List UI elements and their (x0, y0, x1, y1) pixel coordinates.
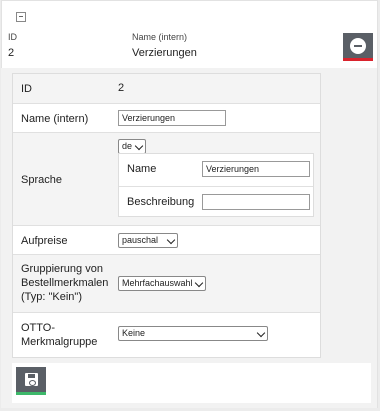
aufpreise-select-value: pauschal (122, 235, 159, 245)
translation-description-label: Beschreibung (127, 196, 195, 208)
form-row-gruppierung: Gruppierung von Bestellmerkmalen (Typ: "… (13, 255, 320, 313)
form-row-otto: OTTO-Merkmalgruppe Keine (13, 313, 320, 357)
sprache-label: Sprache (21, 174, 62, 186)
collapse-toggle-icon[interactable] (16, 12, 26, 22)
form-row-id: ID 2 (13, 74, 320, 104)
form-row-aufpreise: Aufpreise pauschal (13, 226, 320, 255)
name-intern-label: Name (intern) (21, 113, 89, 125)
id-value: 2 (118, 82, 125, 94)
header-id-label: ID (8, 32, 17, 42)
form-row-name-intern: Name (intern) Verzierungen (13, 104, 320, 133)
attribute-form: ID 2 Name (intern) Verzierungen Sprache … (12, 73, 321, 358)
translation-description-input[interactable] (202, 194, 310, 210)
chevron-down-icon (166, 235, 176, 245)
gruppierung-select[interactable]: Mehrfachauswahl (118, 276, 206, 291)
save-bar (12, 363, 371, 403)
form-row-sprache: Sprache de Name Verzierungen Beschreibun… (13, 133, 320, 226)
chevron-down-icon (194, 278, 204, 288)
remove-button[interactable] (343, 33, 373, 61)
save-button[interactable] (16, 367, 46, 395)
chevron-down-icon (256, 328, 266, 338)
translation-name-label: Name (127, 163, 157, 175)
header-id-value: 2 (8, 47, 15, 59)
language-select[interactable]: de (118, 139, 146, 154)
otto-label: OTTO-Merkmalgruppe (21, 322, 98, 348)
gruppierung-label: Gruppierung von Bestellmerkmalen (Typ: "… (21, 263, 109, 303)
translation-name-row: Name Verzierungen (119, 154, 313, 185)
header-name-label: Name (intern) (132, 32, 188, 42)
aufpreise-select[interactable]: pauschal (118, 233, 178, 248)
otto-select-value: Keine (122, 328, 146, 338)
id-label: ID (21, 83, 32, 95)
chevron-down-icon (134, 141, 144, 151)
aufpreise-label: Aufpreise (21, 235, 68, 247)
minus-circle-icon (350, 37, 366, 54)
gruppierung-select-value: Mehrfachauswahl (122, 278, 193, 288)
translation-description-row: Beschreibung (119, 186, 313, 217)
floppy-disk-icon (24, 373, 38, 386)
translation-name-input[interactable]: Verzierungen (202, 161, 310, 177)
language-select-value: de (122, 141, 133, 151)
header-name-value: Verzierungen (132, 47, 197, 59)
name-intern-input[interactable]: Verzierungen (118, 110, 226, 126)
translation-box: Name Verzierungen Beschreibung (118, 153, 314, 217)
otto-select[interactable]: Keine (118, 326, 268, 341)
